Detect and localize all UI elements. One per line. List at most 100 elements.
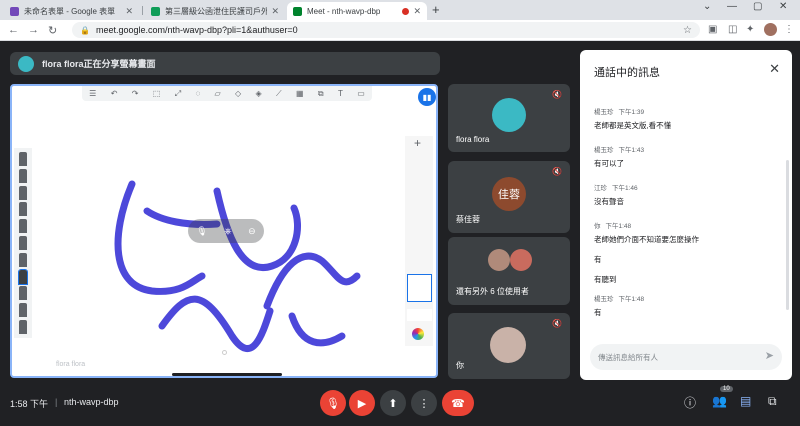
people-icon[interactable]: 👥 (712, 394, 727, 408)
tab-sheets[interactable]: 第三層級公函泄住民護司戶外新... ✕ (145, 2, 285, 20)
pin-icon[interactable]: ⎈ (224, 226, 231, 237)
message-sender: 楊玉珍 (594, 147, 614, 154)
minimize-icon[interactable]: — (727, 1, 737, 12)
select-icon[interactable]: ⬚ (153, 89, 161, 98)
puzzle-icon[interactable]: ✦ (746, 24, 754, 35)
brush-tool-icon[interactable] (19, 252, 27, 267)
transform-icon[interactable]: ⤢ (175, 89, 181, 99)
window-close-icon[interactable]: ✕ (779, 1, 787, 12)
frame-icon[interactable]: ▭ (357, 89, 365, 98)
mic-off-icon: 🔇 (552, 319, 562, 328)
brush-tool-icon[interactable] (19, 168, 27, 183)
undo-icon[interactable]: ↶ (111, 89, 118, 98)
url-field[interactable]: 🔒 meet.google.com/nth-wavp-dbp?pli=1&aut… (72, 22, 700, 38)
participant-tile[interactable]: 還有另外 6 位使用者 (448, 237, 570, 305)
message-text: 沒有聲音 (594, 197, 624, 206)
add-page-icon[interactable]: + (414, 136, 421, 150)
close-icon[interactable]: ✕ (125, 6, 133, 17)
chat-title: 通話中的訊息 (594, 67, 660, 79)
close-icon[interactable]: ✕ (413, 6, 421, 17)
extension-icon[interactable]: ▣ (708, 24, 717, 35)
meet-icon (293, 6, 302, 16)
chat-message: 江珍 下午1:46 沒有聲音 (594, 182, 638, 207)
chat-scrollbar[interactable] (786, 160, 789, 310)
brush-tool-icon[interactable] (18, 268, 28, 285)
tab-meet[interactable]: Meet - nth-wavp-dbp ✕ (287, 2, 427, 20)
tab-search-icon[interactable]: ⌄ (703, 1, 711, 12)
meet-call-area: flora flora正在分享螢幕畫面 ☰ ↶ ↷ ⬚ ⤢ ◌ ▱ ◇ ◈ ⟋ … (0, 41, 800, 426)
chat-message: 你下午1:48 老師她們介面不知道要怎麼操作 有 有聽到 (594, 220, 699, 285)
chat-message: 楊玉珍 下午1:43 有可以了 (594, 144, 644, 169)
participant-tile[interactable]: 🔇 flora flora (448, 84, 570, 152)
reload-icon[interactable]: ↻ (48, 24, 57, 37)
brush-tool-icon[interactable] (19, 235, 27, 250)
text-icon[interactable]: T (338, 89, 343, 98)
participant-name: 蔡佳蓉 (456, 215, 480, 224)
brush-tool-icon[interactable] (19, 202, 27, 217)
mic-off-icon: 🔇 (552, 90, 562, 99)
eraser-icon[interactable]: ▱ (215, 89, 221, 98)
message-sender: 楊玉珍 (594, 296, 614, 303)
meeting-code: nth-wavp-dbp (64, 397, 119, 407)
mic-toggle-button[interactable]: 🎙 (320, 390, 346, 416)
brush-tool-icon[interactable] (19, 152, 27, 166)
ruler-icon[interactable]: ⟋ (276, 89, 282, 99)
chat-icon[interactable]: ▤ (740, 394, 751, 408)
close-icon[interactable]: ✕ (769, 61, 780, 77)
mic-off-icon[interactable]: 🎙 (196, 226, 207, 237)
present-screen-button[interactable]: ⬆ (380, 390, 406, 416)
brush-tool-icon[interactable] (19, 185, 27, 200)
audio-level-icon: ▮▮ (418, 88, 436, 106)
participant-name: flora flora (456, 135, 490, 144)
more-options-button[interactable]: ⋮ (411, 390, 437, 416)
participant-name: 你 (456, 361, 464, 370)
lasso-icon[interactable]: ◌ (195, 89, 200, 98)
url-text: meet.google.com/nth-wavp-dbp?pli=1&authu… (95, 25, 298, 35)
participant-tile[interactable]: 🔇 你 (448, 313, 570, 379)
participant-tile[interactable]: 🔇 佳蓉 蔡佳蓉 (448, 161, 570, 233)
recording-dot-icon (402, 7, 410, 15)
fill-icon[interactable]: ◈ (256, 89, 262, 98)
activities-icon[interactable]: ⧉ (768, 394, 777, 409)
message-text: 有聽到 (594, 275, 617, 284)
tab-forms[interactable]: 未命名表單 - Google 表單 ✕ (4, 2, 139, 20)
mic-off-icon: 🔇 (552, 167, 562, 176)
avatar (490, 327, 526, 363)
page-thumbnail[interactable] (407, 309, 432, 321)
leave-call-button[interactable]: ☎ (442, 390, 474, 416)
chat-input-placeholder: 傳送訊息給所有人 (598, 352, 658, 362)
redo-icon[interactable]: ↷ (132, 89, 139, 98)
page-thumbnail[interactable] (407, 274, 432, 302)
info-icon[interactable]: ⓘ (684, 394, 696, 411)
remove-icon[interactable]: ⊖ (248, 226, 256, 237)
bookmark-star-icon[interactable]: ☆ (683, 25, 692, 36)
image-icon[interactable]: ▦ (296, 89, 304, 98)
extension-icon[interactable]: ◫ (728, 24, 737, 35)
presenter-avatar (18, 55, 34, 72)
close-icon[interactable]: ✕ (271, 6, 279, 17)
profile-avatar[interactable] (764, 23, 777, 36)
send-icon[interactable]: ➤ (765, 349, 774, 362)
brush-tool-icon[interactable] (19, 319, 27, 334)
kebab-menu-icon[interactable]: ⋮ (784, 24, 794, 35)
message-time: 下午1:46 (612, 185, 638, 192)
chat-message-input[interactable]: 傳送訊息給所有人 ➤ (590, 344, 782, 370)
brush-tool-icon[interactable] (19, 219, 27, 234)
brush-tool-icon[interactable] (19, 303, 27, 318)
back-icon[interactable]: ← (8, 24, 19, 36)
new-tab-button[interactable]: + (432, 2, 440, 17)
camera-toggle-button[interactable]: ▶ (349, 390, 375, 416)
message-text: 有可以了 (594, 159, 624, 168)
tile-hover-controls: 🎙 ⎈ ⊖ (188, 219, 264, 243)
layers-icon[interactable]: ⧉ (318, 89, 324, 99)
tab-title: Meet - nth-wavp-dbp (307, 6, 381, 16)
shape-icon[interactable]: ◇ (235, 89, 241, 98)
menu-icon[interactable]: ☰ (89, 89, 96, 98)
shared-screen[interactable]: ☰ ↶ ↷ ⬚ ⤢ ◌ ▱ ◇ ◈ ⟋ ▦ ⧉ T ▭ + 🎙 ⎈ ⊖ flor… (10, 84, 438, 378)
message-text: 老師都是英文版,看不懂 (594, 121, 672, 130)
tab-divider (142, 6, 143, 15)
color-palette-icon[interactable] (412, 328, 424, 340)
brush-tool-icon[interactable] (19, 286, 27, 301)
forward-icon[interactable]: → (28, 24, 39, 36)
maximize-icon[interactable]: ▢ (753, 1, 762, 12)
